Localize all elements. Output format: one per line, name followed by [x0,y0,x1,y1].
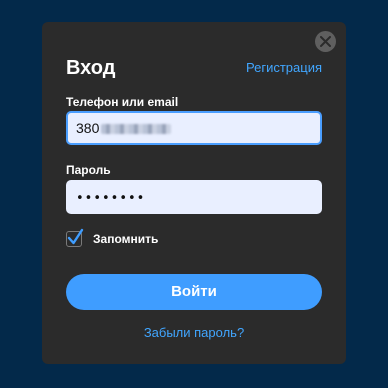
obscured-value-mask [101,124,172,135]
login-modal: Вход Регистрация Телефон или email 380 П… [42,22,346,364]
checkbox-box[interactable] [66,228,84,247]
password-value: •••••••• [76,191,146,206]
register-link[interactable]: Регистрация [246,60,322,76]
login-button[interactable]: Войти [66,274,322,310]
checkmark-icon [67,228,84,245]
modal-title: Вход [66,57,116,79]
remember-label: Запомнить [93,232,159,246]
forgot-password-link[interactable]: Забыли пароль? [42,325,346,341]
close-button[interactable] [315,31,336,52]
phone-label: Телефон или email [66,95,179,109]
phone-email-input[interactable]: 380 [66,111,322,145]
close-icon [320,36,331,47]
password-input[interactable]: •••••••• [66,180,322,214]
phone-value: 380 [76,120,100,136]
password-label: Пароль [66,163,111,177]
